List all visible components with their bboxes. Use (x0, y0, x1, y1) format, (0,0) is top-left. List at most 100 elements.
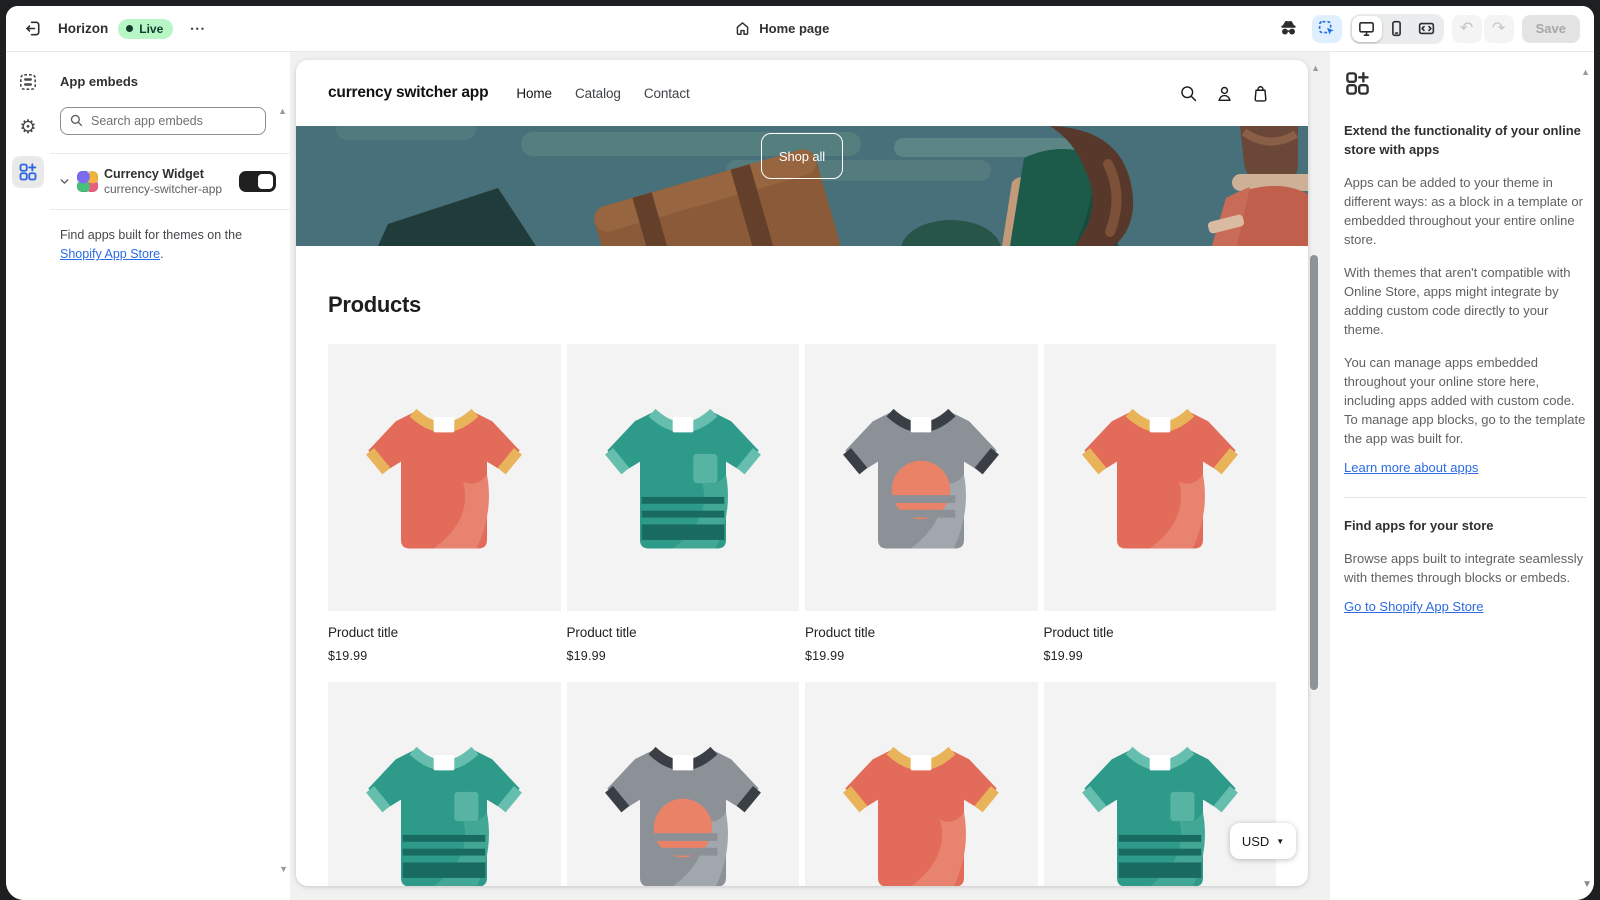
app-embeds-tab-button[interactable] (12, 156, 44, 188)
window-scroll-down-icon[interactable]: ▼ (1582, 879, 1592, 890)
page-selector-label: Home page (759, 21, 829, 36)
hero-banner: Shop all (296, 126, 1308, 246)
tshirt-red-illustration (1074, 392, 1246, 564)
fullscreen-preview-button[interactable] (1412, 16, 1442, 42)
embed-row-currency-widget[interactable]: Currency Widget currency-switcher-app (50, 154, 290, 209)
product-card[interactable]: Product title$19.99 (805, 682, 1038, 886)
app-embeds-panel: App embeds Currency Widget (50, 52, 290, 900)
topbar-center: Home page (290, 20, 1274, 37)
mobile-preview-button[interactable] (1382, 16, 1412, 42)
tshirt-gray-illustration (835, 392, 1007, 564)
topbar: Horizon Live ••• Home page (6, 6, 1594, 52)
product-image (567, 682, 800, 886)
store-cart-button[interactable] (1251, 84, 1270, 103)
sidebar-icon-rail: ⚙ (6, 52, 50, 900)
chevron-down-icon[interactable] (58, 175, 71, 188)
store-account-button[interactable] (1215, 84, 1234, 103)
product-image (805, 344, 1038, 611)
desktop-preview-button[interactable] (1352, 16, 1382, 42)
find-apps-note-suffix: . (160, 247, 163, 261)
tshirt-teal-illustration (358, 730, 530, 887)
shop-all-button[interactable]: Shop all (761, 133, 843, 179)
store-header: currency switcher app Home Catalog Conta… (296, 60, 1308, 126)
product-card[interactable]: Product title$19.99 (567, 682, 800, 886)
find-apps-heading: Find apps for your store (1344, 516, 1582, 535)
inspect-element-button[interactable] (1312, 15, 1342, 43)
panel-title: App embeds (50, 52, 290, 89)
product-price: $19.99 (1044, 648, 1277, 664)
embed-labels: Currency Widget currency-switcher-app (104, 166, 233, 197)
search-input[interactable] (60, 107, 266, 135)
go-to-app-store-link[interactable]: Go to Shopify App Store (1344, 599, 1483, 614)
shopify-app-store-link[interactable]: Shopify App Store (60, 247, 160, 261)
history-controls: ↶ ↷ (1452, 15, 1514, 43)
page-selector-button[interactable]: Home page (734, 20, 829, 37)
topbar-left: Horizon Live ••• (6, 15, 290, 43)
products-section: Products Product title$19.99 Product tit… (296, 292, 1308, 886)
store-nav-home[interactable]: Home (516, 86, 552, 101)
home-icon (734, 20, 751, 37)
theme-settings-tab-button[interactable]: ⚙ (12, 111, 44, 143)
learn-more-link[interactable]: Learn more about apps (1344, 460, 1478, 475)
product-meta: Product title$19.99 (328, 611, 561, 682)
undo-icon: ↶ (1460, 20, 1473, 37)
product-grid: Product title$19.99 Product title$19.99 … (328, 344, 1276, 886)
gear-icon: ⚙ (19, 118, 36, 137)
product-card[interactable]: Product title $19.99 (1044, 344, 1277, 682)
currency-selector[interactable]: USD ▼ (1230, 823, 1296, 859)
product-image (805, 682, 1038, 886)
undo-button[interactable]: ↶ (1452, 15, 1482, 43)
product-image (328, 344, 561, 611)
info-heading: Extend the functionality of your online … (1344, 121, 1582, 159)
mobile-icon (1387, 19, 1406, 38)
save-button[interactable]: Save (1522, 15, 1580, 43)
live-dot-icon (126, 25, 133, 32)
theme-name: Horizon (58, 21, 108, 36)
embed-toggle[interactable] (239, 171, 276, 192)
store-search-button[interactable] (1179, 84, 1198, 103)
product-image (567, 344, 800, 611)
info-paragraph: You can manage apps embedded throughout … (1344, 353, 1586, 448)
info-paragraph: With themes that aren't compatible with … (1344, 263, 1586, 339)
redo-button[interactable]: ↷ (1484, 15, 1514, 43)
topbar-right: ↶ ↷ Save (1274, 14, 1594, 44)
preview-scrollbar-thumb[interactable] (1310, 255, 1318, 690)
preview-scroll-up-icon[interactable]: ▲ (1311, 64, 1320, 73)
product-image (1044, 344, 1277, 611)
product-title[interactable]: Product title (567, 624, 800, 641)
product-price: $19.99 (805, 648, 1038, 664)
product-card[interactable]: Product title$19.99 (328, 682, 561, 886)
store-brand[interactable]: currency switcher app (328, 84, 488, 102)
exit-icon (24, 19, 43, 38)
panel-scroll-down-icon[interactable]: ▼ (279, 865, 288, 874)
product-card[interactable]: Product title $19.99 (805, 344, 1038, 682)
tshirt-red-illustration (358, 392, 530, 564)
preview-incognito-button[interactable] (1274, 15, 1304, 43)
right-panel-scroll-up-icon[interactable]: ▲ (1581, 68, 1590, 77)
product-meta: Product title $19.99 (567, 611, 800, 682)
currency-code: USD (1242, 834, 1269, 849)
store-nav-catalog[interactable]: Catalog (575, 86, 621, 101)
product-card[interactable]: Product title $19.99 (567, 344, 800, 682)
sections-tab-button[interactable] (12, 66, 44, 98)
tshirt-gray-illustration (597, 730, 769, 887)
theme-editor-window: Horizon Live ••• Home page (6, 6, 1594, 900)
product-title[interactable]: Product title (328, 624, 561, 641)
search-icon (1179, 84, 1198, 103)
theme-options-button[interactable]: ••• (183, 15, 213, 43)
caret-down-icon: ▼ (1276, 837, 1284, 846)
product-title[interactable]: Product title (805, 624, 1038, 641)
embed-name: Currency Widget (104, 166, 233, 182)
product-price: $19.99 (567, 648, 800, 664)
tshirt-teal-illustration (597, 392, 769, 564)
panel-scroll-up-icon[interactable]: ▲ (278, 107, 287, 116)
store-nav-contact[interactable]: Contact (644, 86, 690, 101)
embed-app-handle: currency-switcher-app (104, 182, 233, 197)
cart-bag-icon (1251, 84, 1270, 103)
search-icon (69, 113, 84, 128)
product-title[interactable]: Product title (1044, 624, 1277, 641)
live-status-badge: Live (118, 19, 173, 39)
exit-editor-button[interactable] (18, 15, 48, 43)
product-card[interactable]: Product title$19.99 (328, 344, 561, 682)
desktop-icon (1357, 19, 1376, 38)
